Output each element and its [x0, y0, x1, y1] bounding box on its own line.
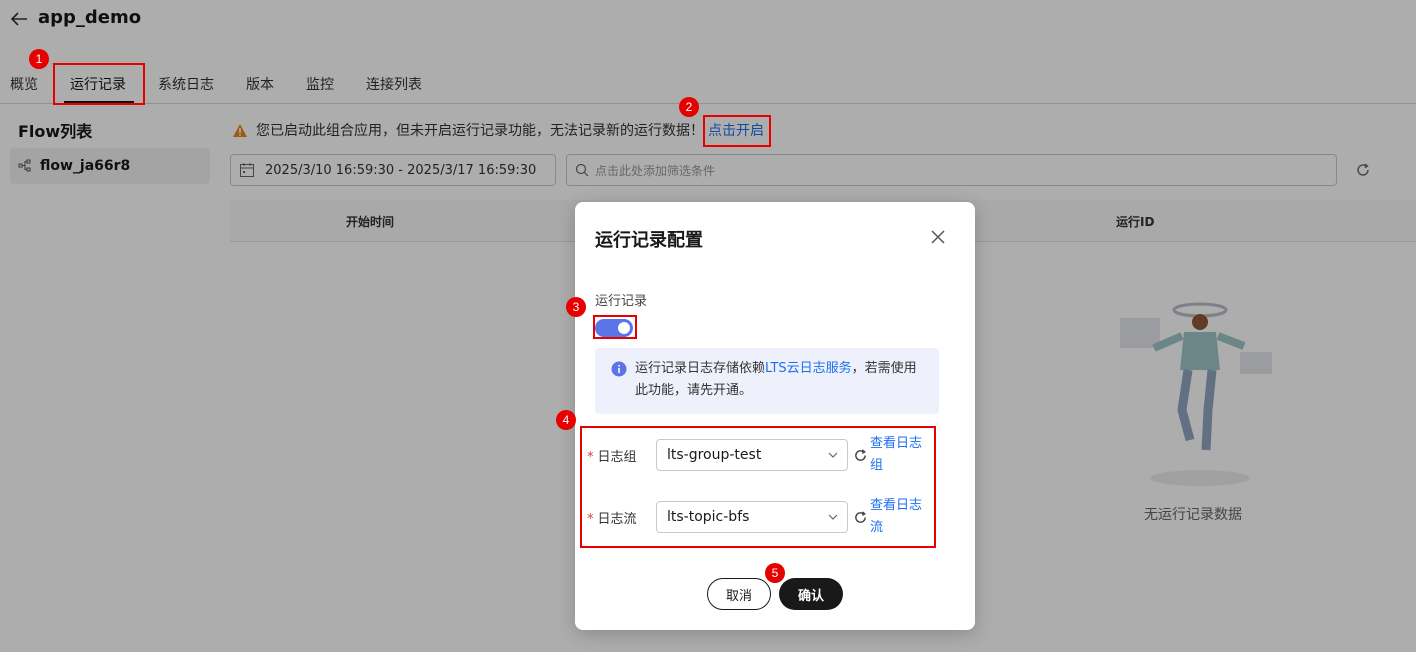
annotation-box-2 [703, 115, 771, 147]
annotation-badge-1: 1 [29, 49, 49, 69]
annotation-box-1 [53, 63, 145, 105]
lts-service-link[interactable]: LTS云日志服务 [765, 361, 852, 376]
run-record-label: 运行记录 [595, 294, 648, 309]
info-icon [611, 361, 627, 377]
confirm-button[interactable]: 确认 [779, 578, 843, 610]
annotation-badge-2: 2 [679, 97, 699, 117]
annotation-badge-4: 4 [556, 410, 576, 430]
close-icon[interactable] [927, 226, 949, 248]
annotation-box-3 [593, 315, 637, 339]
info-text-prefix: 运行记录日志存储依赖 [635, 361, 766, 376]
annotation-badge-3: 3 [566, 297, 586, 317]
annotation-box-4 [580, 426, 936, 548]
annotation-badge-5: 5 [765, 563, 785, 583]
cancel-button[interactable]: 取消 [707, 578, 771, 610]
dialog-title: 运行记录配置 [595, 230, 703, 251]
info-box: 运行记录日志存储依赖LTS云日志服务，若需使用此功能，请先开通。 [595, 348, 939, 414]
